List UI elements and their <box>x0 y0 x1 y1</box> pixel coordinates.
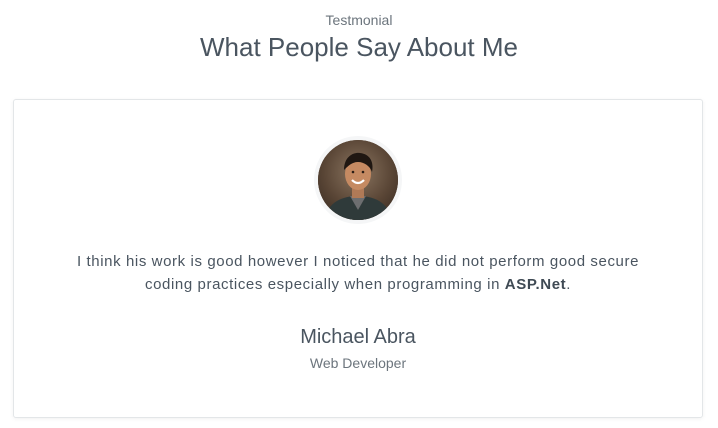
author-role: Web Developer <box>309 355 407 371</box>
person-photo-icon <box>318 140 398 220</box>
section-eyebrow: Testmonial <box>325 12 393 28</box>
author-name: Michael Abra <box>300 326 416 348</box>
testimonial-quote: I think his work is good however I notic… <box>54 250 662 296</box>
testimonial-card: I think his work is good however I notic… <box>13 99 703 418</box>
quote-ending: . <box>566 276 572 293</box>
testimonial-section: Testmonial What People Say About Me I th… <box>0 0 718 428</box>
author-avatar <box>318 140 398 220</box>
quote-emphasis: ASP.Net <box>504 276 567 293</box>
section-heading: What People Say About Me <box>200 32 518 62</box>
